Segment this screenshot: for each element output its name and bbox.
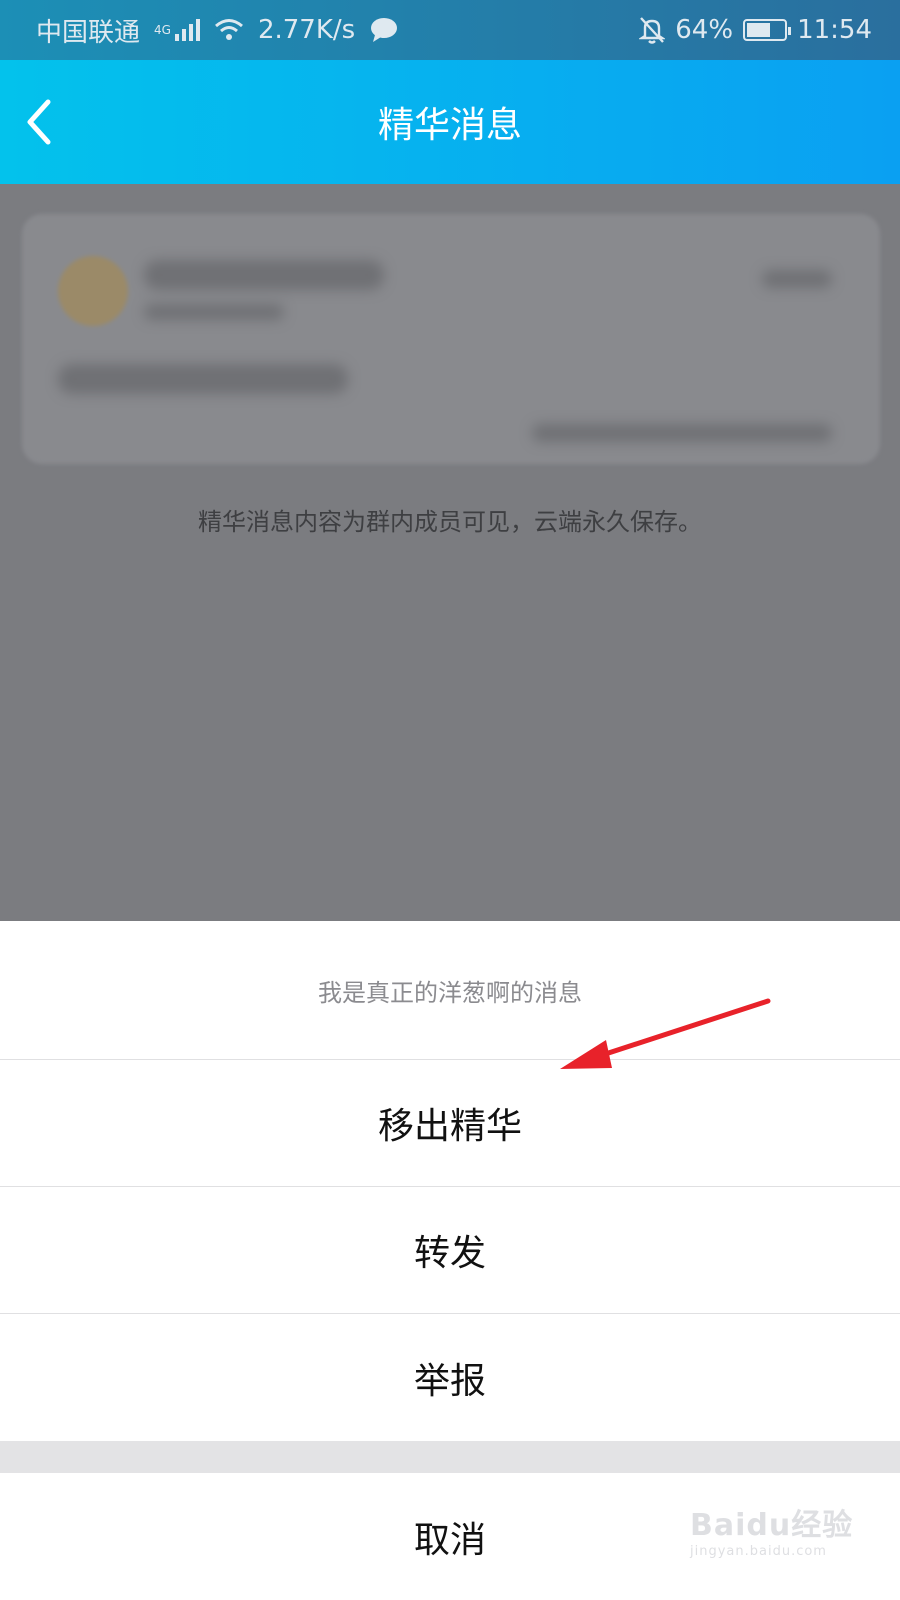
watermark-url: jingyan.baidu.com — [690, 1544, 827, 1559]
essence-message-card — [22, 214, 880, 464]
blurred-message — [58, 364, 348, 394]
app-header: 精华消息 — [0, 60, 900, 184]
network-speed: 2.77K/s — [257, 15, 356, 45]
message-icon — [371, 18, 398, 42]
mute-bell-icon — [639, 17, 666, 44]
action-sheet-title: 我是真正的洋葱啊的消息 — [0, 921, 900, 1060]
battery-percent: 64% — [675, 15, 734, 45]
page-title: 精华消息 — [377, 105, 522, 146]
carrier-label: 中国联通 — [36, 17, 141, 48]
forward-button[interactable]: 转发 — [0, 1187, 900, 1314]
status-bar: 中国联通 4G 2.77K/s 64% 11:54 — [0, 0, 900, 60]
remove-essence-button[interactable]: 移出精华 — [0, 1060, 900, 1187]
network-type: 4G — [154, 23, 171, 37]
blurred-name — [144, 260, 384, 290]
watermark-brand: Baidu经验 — [690, 1508, 854, 1543]
essence-hint-text: 精华消息内容为群内成员可见，云端永久保存。 — [198, 508, 702, 536]
battery-icon — [743, 19, 792, 41]
blurred-footer — [532, 424, 832, 442]
baidu-watermark: Baidu经验 jingyan.baidu.com — [690, 1500, 853, 1559]
clock: 11:54 — [797, 15, 872, 45]
blurred-subtitle — [144, 304, 284, 320]
sheet-divider — [0, 1441, 900, 1473]
signal-icon — [174, 19, 200, 41]
dimmed-content[interactable]: 精华消息内容为群内成员可见，云端永久保存。 — [0, 184, 900, 921]
wifi-icon — [214, 19, 243, 40]
avatar — [58, 256, 128, 326]
report-button[interactable]: 举报 — [0, 1314, 900, 1441]
action-sheet: 我是真正的洋葱啊的消息 移出精华 转发 举报 取消 — [0, 921, 900, 1600]
blurred-date — [762, 270, 832, 288]
back-arrow-icon[interactable] — [18, 94, 74, 150]
